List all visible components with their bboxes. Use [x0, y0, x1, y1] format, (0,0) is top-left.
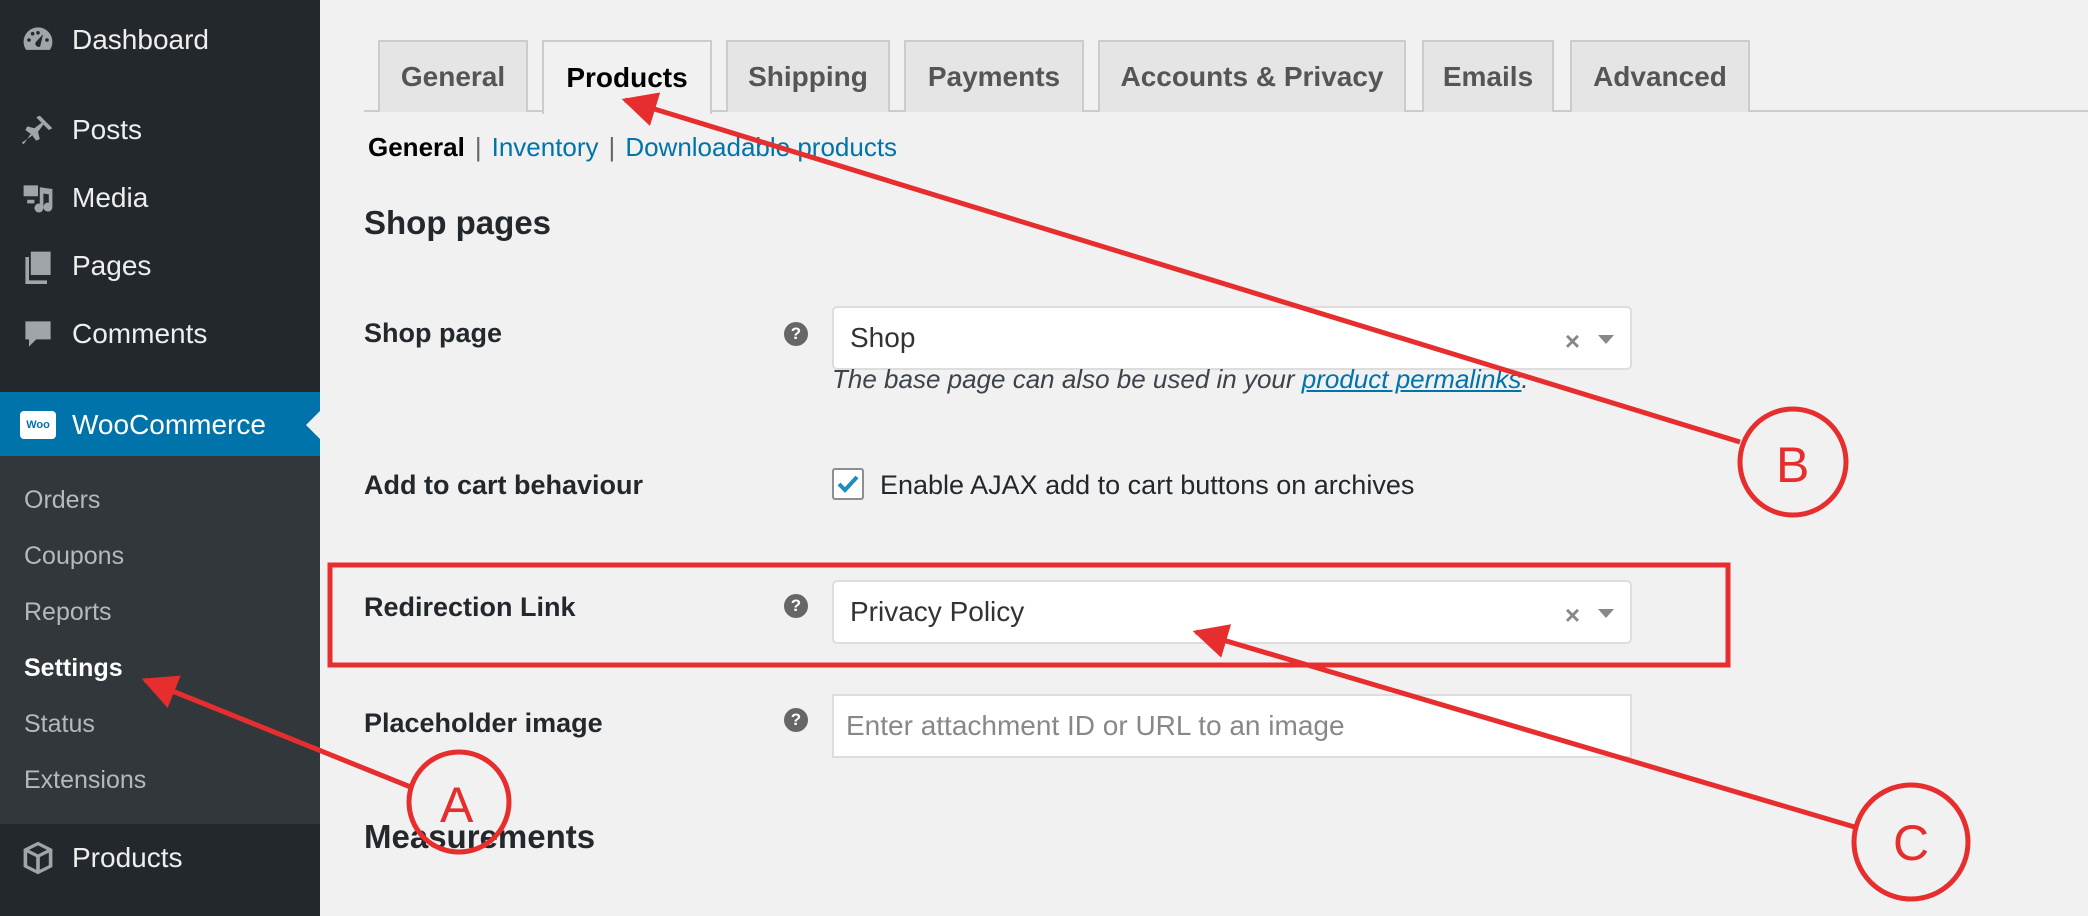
- menu-label: Comments: [72, 318, 208, 349]
- menu-label: Dashboard: [72, 24, 209, 55]
- select-value: Shop: [850, 322, 916, 353]
- tab-emails[interactable]: Emails: [1422, 40, 1554, 112]
- ajax-add-to-cart-checkbox[interactable]: [832, 468, 864, 500]
- menu-media[interactable]: Media: [0, 166, 320, 230]
- shop-page-label: Shop page: [364, 318, 503, 348]
- submenu-status[interactable]: Status: [24, 710, 95, 739]
- menu-products[interactable]: Products: [0, 826, 320, 890]
- product-permalinks-link[interactable]: product permalinks: [1302, 364, 1522, 394]
- tab-payments[interactable]: Payments: [904, 40, 1084, 112]
- description-suffix: .: [1521, 364, 1529, 394]
- placeholder-image-input[interactable]: Enter attachment ID or URL to an image: [832, 694, 1632, 758]
- active-indicator: [306, 411, 320, 439]
- shop-page-description: The base page can also be used in your p…: [832, 364, 1529, 395]
- woo-icon: Woo: [18, 405, 58, 445]
- tab-shipping[interactable]: Shipping: [726, 40, 890, 112]
- menu-woocommerce[interactable]: Woo WooCommerce: [0, 392, 320, 458]
- menu-pages[interactable]: Pages: [0, 234, 320, 298]
- admin-sidebar: Dashboard Posts Media Pages Comments Woo…: [0, 0, 320, 916]
- subtab-separator: |: [608, 132, 616, 162]
- section-heading-shop-pages: Shop pages: [364, 204, 552, 241]
- annotation-label-c: C: [1893, 815, 1930, 871]
- subtab-separator: |: [474, 132, 482, 162]
- woo-logo: Woo: [20, 411, 56, 439]
- help-icon[interactable]: ?: [784, 594, 808, 618]
- redirection-link-select[interactable]: Privacy Policy ×: [832, 580, 1632, 644]
- chevron-down-icon[interactable]: [1598, 335, 1614, 344]
- redirection-link-label: Redirection Link: [364, 592, 576, 622]
- placeholder-image-label: Placeholder image: [364, 708, 603, 738]
- tab-products[interactable]: Products: [542, 40, 712, 114]
- menu-dashboard[interactable]: Dashboard: [0, 8, 320, 72]
- menu-label: Pages: [72, 250, 152, 281]
- description-text: The base page can also be used in your: [832, 364, 1302, 394]
- annotation-label-b: B: [1776, 437, 1810, 493]
- select-value: Privacy Policy: [850, 596, 1025, 627]
- add-to-cart-label: Add to cart behaviour: [364, 470, 644, 500]
- submenu-extensions[interactable]: Extensions: [24, 766, 146, 795]
- shop-page-select[interactable]: Shop ×: [832, 306, 1632, 370]
- ajax-add-to-cart-label[interactable]: Enable AJAX add to cart buttons on archi…: [880, 470, 1414, 501]
- comment-icon: [18, 314, 58, 354]
- menu-label: Media: [72, 182, 149, 213]
- menu-label: Posts: [72, 114, 143, 145]
- dashboard-icon: [18, 20, 58, 60]
- menu-posts[interactable]: Posts: [0, 98, 320, 162]
- subtab-downloadable-products[interactable]: Downloadable products: [625, 132, 897, 163]
- clear-icon[interactable]: ×: [1565, 326, 1580, 357]
- help-icon[interactable]: ?: [784, 322, 808, 346]
- tab-general[interactable]: General: [378, 40, 528, 112]
- menu-label: WooCommerce: [72, 409, 266, 440]
- subtab-general[interactable]: General: [368, 132, 465, 163]
- clear-icon[interactable]: ×: [1565, 600, 1580, 631]
- section-heading-measurements: Measurements: [364, 818, 596, 855]
- tab-accounts-privacy[interactable]: Accounts & Privacy: [1098, 40, 1406, 112]
- menu-label: Products: [72, 842, 183, 873]
- section-subtabs: General | Inventory | Downloadable produ…: [368, 132, 897, 163]
- woocommerce-submenu: Orders Coupons Reports Settings Status E…: [0, 456, 320, 824]
- input-placeholder: Enter attachment ID or URL to an image: [846, 710, 1345, 741]
- pages-icon: [18, 246, 58, 286]
- chevron-down-icon[interactable]: [1598, 609, 1614, 618]
- submenu-orders[interactable]: Orders: [24, 486, 100, 515]
- submenu-settings[interactable]: Settings: [24, 654, 123, 683]
- annotation-label-a: A: [440, 777, 474, 833]
- submenu-reports[interactable]: Reports: [24, 598, 112, 627]
- media-icon: [18, 178, 58, 218]
- box-icon: [18, 838, 58, 878]
- submenu-coupons[interactable]: Coupons: [24, 542, 124, 571]
- subtab-inventory[interactable]: Inventory: [492, 132, 599, 163]
- pin-icon: [18, 110, 58, 150]
- tab-advanced[interactable]: Advanced: [1570, 40, 1750, 112]
- menu-comments[interactable]: Comments: [0, 302, 320, 366]
- help-icon[interactable]: ?: [784, 708, 808, 732]
- checkmark-icon: [837, 475, 859, 493]
